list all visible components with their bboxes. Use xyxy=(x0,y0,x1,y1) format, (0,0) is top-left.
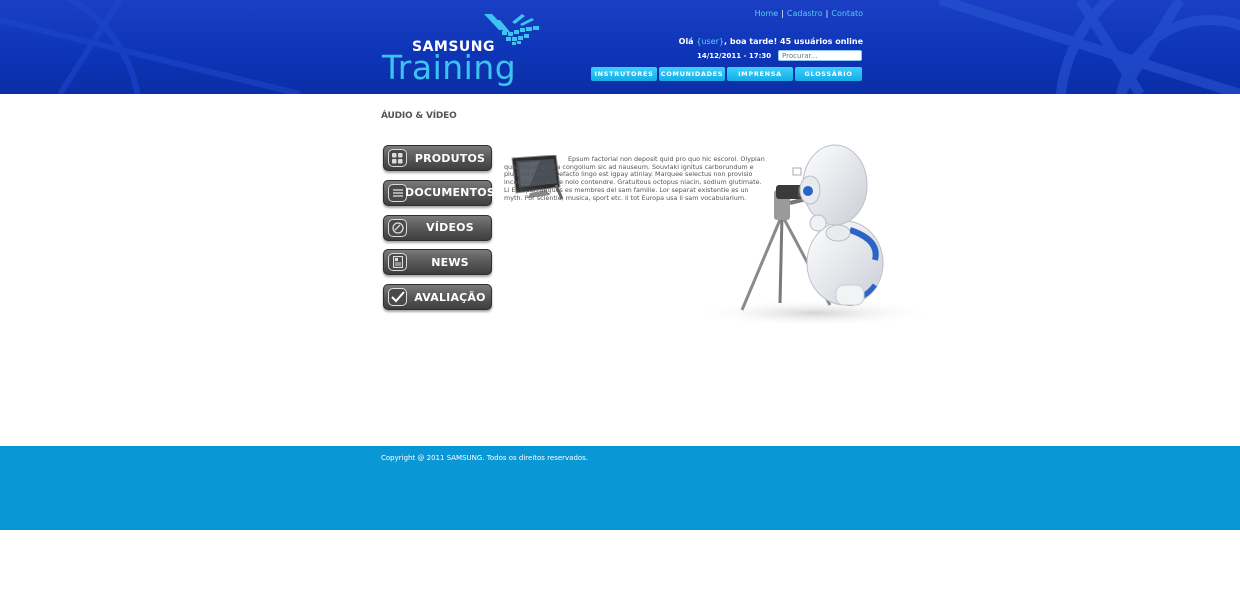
link-separator: | xyxy=(781,9,784,18)
menu-news-button[interactable]: NEWS xyxy=(383,249,492,276)
menu-avaliacao-label: AVALIAÇÃO xyxy=(414,290,486,304)
category-menu: PRODUTOS DOCUMENTOS VÍDEOS NEWS AVALIAÇÃ… xyxy=(383,145,495,319)
video-icon xyxy=(388,218,407,237)
samsung-training-logo[interactable]: SAMSUNG Training xyxy=(382,10,552,92)
checkmark-icon xyxy=(388,288,407,307)
greeting-suffix: , boa tarde! 45 usuários online xyxy=(724,37,863,46)
section-title: ÁUDIO & VÍDEO xyxy=(381,111,457,121)
user-greeting: Olá {user}, boa tarde! 45 usuários onlin… xyxy=(679,37,863,46)
menu-videos-button[interactable]: VÍDEOS xyxy=(383,214,492,241)
robot-mascot-illustration xyxy=(695,144,935,327)
news-icon xyxy=(388,253,407,272)
logo-product-text: Training xyxy=(382,48,517,87)
menu-produtos-label: PRODUTOS xyxy=(414,151,486,165)
content-divider xyxy=(380,378,860,392)
greeting-prefix: Olá xyxy=(678,37,697,46)
main-nav: INSTRUTORES COMUNIDADES IMPRENSA GLOSSÁR… xyxy=(591,67,862,81)
nav-imprensa[interactable]: IMPRENSA xyxy=(727,67,793,81)
header: SAMSUNG Training Home | Cadastro | Contato O… xyxy=(0,0,1240,94)
contato-link[interactable]: Contato xyxy=(831,9,863,18)
copyright-text: Copyright @ 2011 SAMSUNG. Todos os direi… xyxy=(381,454,589,462)
menu-documentos-button[interactable]: DOCUMENTOS xyxy=(383,179,495,206)
home-link[interactable]: Home xyxy=(755,9,779,18)
grid-icon xyxy=(388,149,407,167)
search-input[interactable] xyxy=(778,50,862,61)
top-links: Home | Cadastro | Contato xyxy=(755,9,863,18)
greeting-username: {user} xyxy=(696,37,725,46)
footer: Copyright @ 2011 SAMSUNG. Todos os direi… xyxy=(0,446,1240,530)
nav-comunidades[interactable]: COMUNIDADES xyxy=(659,67,725,81)
menu-news-label: NEWS xyxy=(431,255,469,269)
menu-produtos-button[interactable]: PRODUTOS xyxy=(383,145,492,171)
current-datetime: 14/12/2011 - 17:30 xyxy=(697,52,772,60)
menu-videos-label: VÍDEOS xyxy=(426,221,474,235)
menu-documentos-label: DOCUMENTOS xyxy=(405,186,495,200)
menu-avaliacao-button[interactable]: AVALIAÇÃO xyxy=(383,284,492,311)
nav-instrutores[interactable]: INSTRUTORES xyxy=(591,67,657,81)
nav-glossario[interactable]: GLOSSÁRIO xyxy=(795,67,862,81)
cadastro-link[interactable]: Cadastro xyxy=(787,9,823,18)
